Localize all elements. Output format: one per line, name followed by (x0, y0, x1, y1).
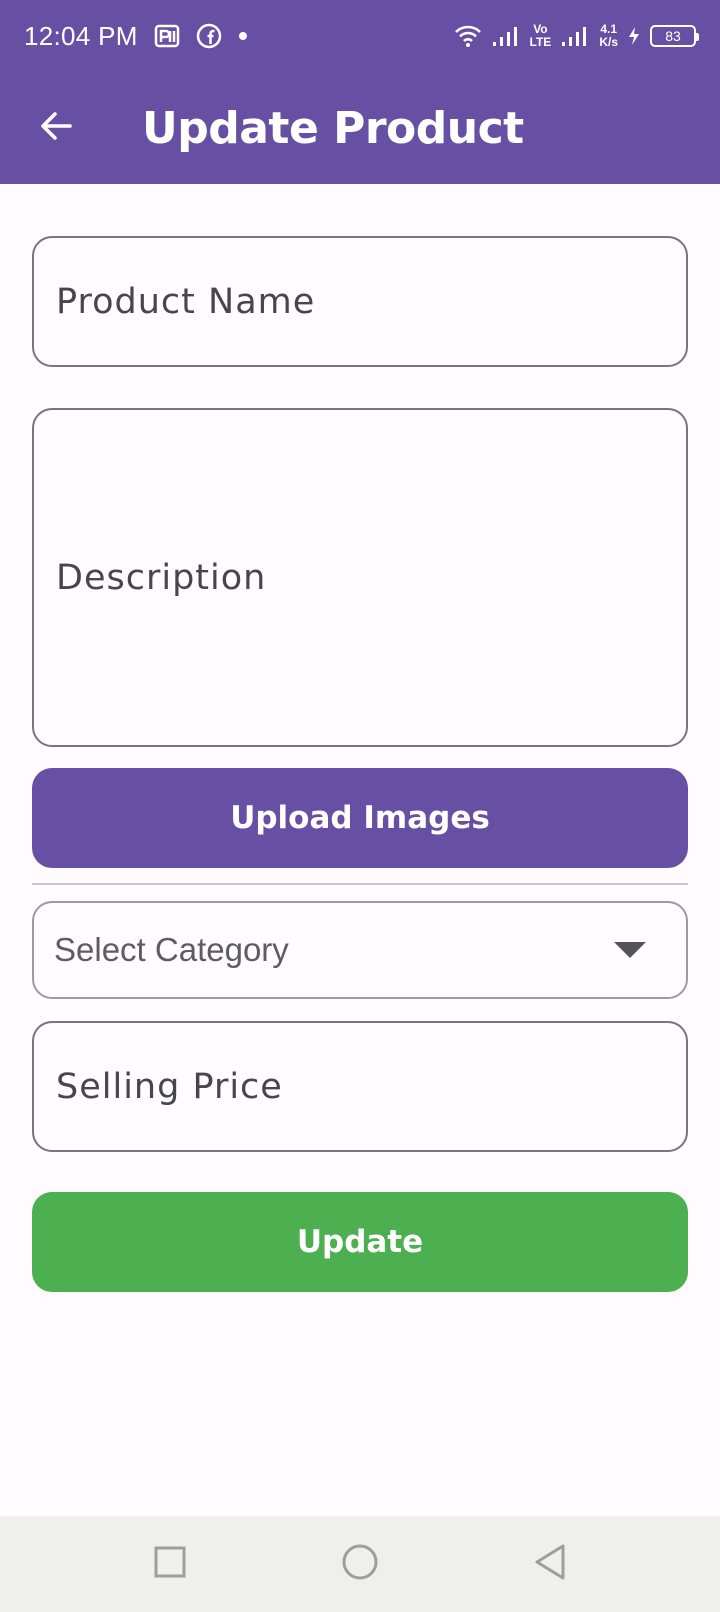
selling-price-placeholder: Selling Price (56, 1066, 283, 1107)
selling-price-field[interactable]: Selling Price (32, 1021, 688, 1152)
upload-images-label: Upload Images (230, 800, 490, 836)
category-dropdown[interactable]: Select Category (32, 901, 688, 999)
product-name-placeholder: Product Name (56, 281, 316, 322)
home-button[interactable] (335, 1539, 385, 1589)
system-nav-bar (0, 1516, 720, 1612)
triangle-back-icon (533, 1543, 567, 1585)
status-bar: 12:04 PM Vo LTE 4.1 K/s 83 (0, 0, 720, 72)
caret-down-icon (614, 942, 646, 958)
page-title: Update Product (142, 102, 524, 154)
signal-icon-2 (561, 25, 589, 47)
battery-level: 83 (665, 28, 681, 44)
description-field[interactable]: Description (32, 408, 688, 747)
square-icon (153, 1545, 187, 1583)
volte-indicator: Vo LTE (530, 23, 552, 49)
battery-icon: 83 (650, 25, 699, 47)
network-speed: 4.1 K/s (599, 23, 618, 49)
arrow-left-icon (38, 108, 74, 148)
charging-icon (628, 26, 640, 46)
product-name-field[interactable]: Product Name (32, 236, 688, 367)
volte-bottom: LTE (529, 35, 552, 49)
back-button[interactable] (26, 98, 86, 158)
upload-images-button[interactable]: Upload Images (32, 768, 688, 868)
facebook-notification-icon (196, 23, 222, 49)
circle-icon (341, 1543, 379, 1585)
notification-dot-icon (238, 31, 248, 41)
signal-icon-1 (492, 25, 520, 47)
divider (32, 883, 688, 885)
update-button[interactable]: Update (32, 1192, 688, 1292)
status-time: 12:04 PM (24, 20, 138, 51)
paytm-notification-icon (154, 23, 180, 49)
wifi-icon (454, 24, 482, 48)
speed-unit: K/s (599, 35, 618, 49)
nav-back-button[interactable] (525, 1539, 575, 1589)
description-placeholder: Description (56, 557, 267, 598)
category-placeholder: Select Category (54, 931, 289, 968)
recents-button[interactable] (145, 1539, 195, 1589)
app-bar: Update Product (0, 72, 720, 184)
update-label: Update (296, 1224, 424, 1260)
